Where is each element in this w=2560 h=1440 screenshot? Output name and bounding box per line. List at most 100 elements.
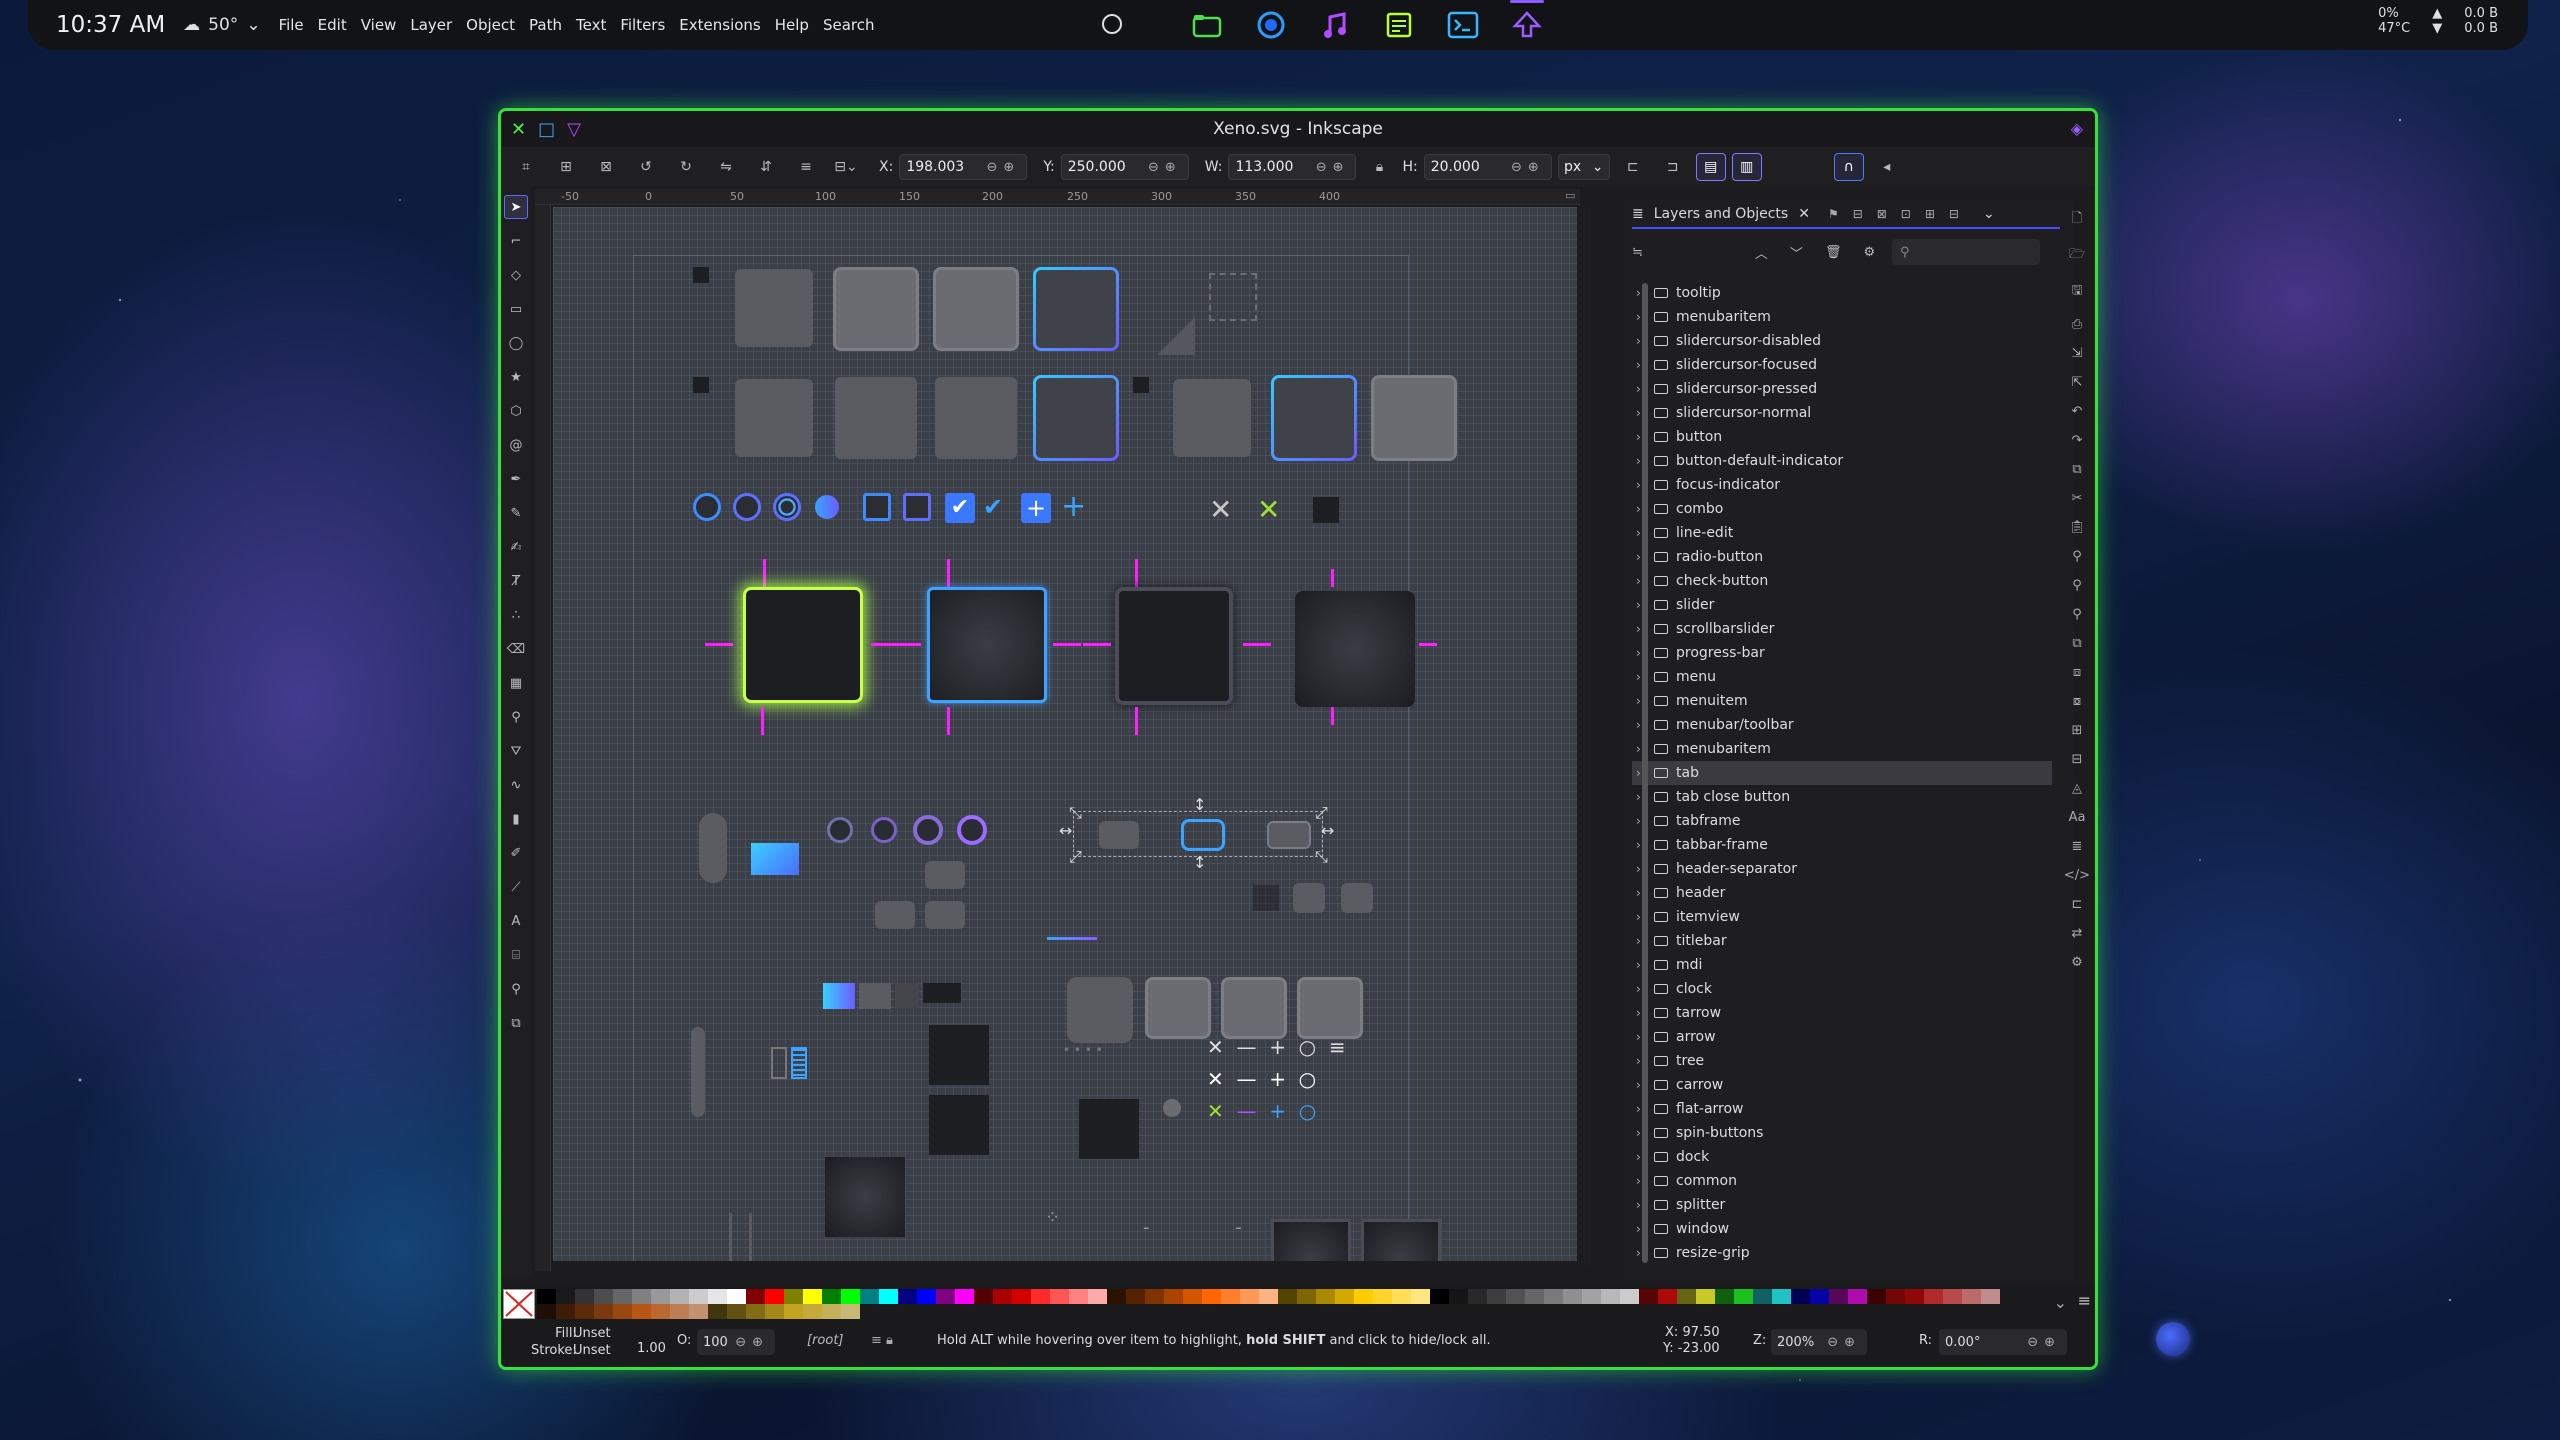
window-titlebar[interactable]: ✕ □ ▽ Xeno.svg - Inkscape ◈ [501,111,2095,147]
color-swatch[interactable] [1639,1289,1658,1304]
3d-box-tool-icon[interactable]: ⬡ [504,399,528,423]
xml-editor-icon[interactable]: </> [2064,868,2090,883]
close-tab-icon[interactable]: ✕ [1798,206,1810,222]
layer-row[interactable]: › tab [1632,761,2052,785]
radio-off-shape[interactable] [693,493,721,521]
combo-hover-shape[interactable] [835,377,917,459]
paste-icon[interactable]: 📋︎ [2069,520,2086,535]
radio-small-shape[interactable] [913,815,943,845]
menu-object[interactable]: Object [466,16,515,34]
layer-row[interactable]: › tabbar-frame [1632,833,2052,857]
color-swatch[interactable] [1601,1289,1620,1304]
gradient-swatch[interactable] [823,983,855,1009]
color-swatch[interactable] [1905,1289,1924,1304]
menu-filters[interactable]: Filters [620,16,665,34]
progress-fill-shape[interactable] [751,843,799,875]
color-swatch[interactable] [1259,1289,1278,1304]
color-swatch[interactable] [1981,1289,2000,1304]
menu-file[interactable]: File [279,16,304,34]
color-swatch[interactable] [1563,1289,1582,1304]
color-swatch[interactable] [1392,1289,1411,1304]
marker-square[interactable] [1133,377,1149,393]
move-down-icon[interactable]: ﹀ [1790,243,1803,262]
layer-row[interactable]: › menubar/toolbar [1632,713,2052,737]
rotation-field[interactable]: 0.00° ⊖⊕ [1939,1329,2067,1355]
color-swatch[interactable] [1734,1289,1753,1304]
export-icon[interactable]: ⇱ [2072,375,2083,390]
layer-row[interactable]: › tree [1632,1049,2052,1073]
menu-extensions[interactable]: Extensions [679,16,760,34]
color-swatch[interactable] [1012,1289,1031,1304]
dark-panel-shape[interactable] [929,1095,989,1155]
color-swatch[interactable] [1658,1289,1677,1304]
zoom-tool-icon[interactable]: ⚲ [504,977,528,1001]
color-swatch[interactable] [841,1304,860,1319]
unit-select[interactable]: px ⌄ [1557,154,1610,180]
menu-search[interactable]: Search [823,16,875,34]
button-pressed-shape[interactable] [933,267,1019,351]
color-swatch[interactable] [632,1289,651,1304]
pen-tool-icon[interactable]: ✒ [504,467,528,491]
layer-row[interactable]: › menubaritem [1632,737,2052,761]
color-swatch[interactable] [1069,1289,1088,1304]
grey-swatch[interactable] [859,983,891,1009]
resize-handle-icon[interactable]: ⤢ [1315,803,1328,823]
grey-square[interactable] [1293,883,1325,913]
small-handle-active-shape[interactable] [791,1047,807,1079]
battery-widget[interactable]: 0% 47°C [2378,6,2410,36]
color-swatch[interactable] [1449,1289,1468,1304]
layer-row[interactable]: › spin-buttons [1632,1121,2052,1145]
spiral-tool-icon[interactable]: @ [504,433,528,457]
color-swatch[interactable] [1354,1289,1373,1304]
radio-on-shape[interactable] [773,493,801,521]
radio-small-shape[interactable] [957,815,987,845]
calligraphy-tool-icon[interactable]: ✍ [504,535,528,559]
layer-row[interactable]: › resize-grip [1632,1241,2052,1265]
check-hover-shape[interactable] [903,493,931,521]
move-gradients-toggle[interactable]: ▤ [1695,153,1726,181]
color-swatch[interactable] [917,1289,936,1304]
color-swatch[interactable] [1715,1289,1734,1304]
layer-row[interactable]: › combo [1632,497,2052,521]
duplicate-icon[interactable]: ⧉ [2072,636,2081,651]
combo-focused-shape[interactable] [1033,375,1119,461]
selector-tool-icon[interactable]: ➤ [504,195,528,219]
layer-row[interactable]: › itemview [1632,905,2052,929]
radio-fill-shape[interactable] [815,495,839,519]
menu-edit[interactable]: Edit [318,16,347,34]
color-swatch[interactable] [1145,1289,1164,1304]
clock[interactable]: 10:37 AM [56,12,165,38]
radio-small-shape[interactable] [827,817,853,843]
preferences-icon[interactable]: ⚙ [2071,955,2083,970]
menuitem-shape[interactable] [925,861,965,889]
dock-shape[interactable] [825,1157,905,1237]
titlebar-icons-normal[interactable]: ✕ — + ○ ≡ [1207,1031,1346,1063]
menu-layer[interactable]: Layer [410,16,452,34]
network-speed[interactable]: 0.0 B 0.0 B [2464,6,2498,36]
opacity-stepper-icon[interactable]: ⊖⊕ [735,1335,769,1350]
scale-corners-icon[interactable]: ⊐ [1656,152,1690,182]
cut-icon[interactable]: ✂ [2072,491,2083,506]
browser-app-icon[interactable] [1252,8,1290,42]
x-field[interactable]: 198.003 ⊖⊕ [899,154,1028,180]
transform-icon[interactable]: ⇄ [2072,926,2083,941]
header-shape[interactable] [1145,977,1211,1039]
dropper-tool-icon[interactable]: ⚲ [504,705,528,729]
layer-row[interactable]: › mdi [1632,953,2052,977]
ungroup-icon[interactable]: ⊟ [2072,752,2083,767]
color-swatch[interactable] [575,1289,594,1304]
color-swatch[interactable] [1962,1289,1981,1304]
mesh-tool-icon[interactable]: ▦ [504,671,528,695]
dot-shape[interactable] [1163,1099,1181,1117]
maximize-icon[interactable]: □ [538,119,555,140]
color-swatch[interactable] [993,1289,1012,1304]
horizontal-ruler[interactable]: -50 0 50 100 150 200 250 300 350 400 ▭ [535,189,1580,205]
color-swatch[interactable] [1525,1289,1544,1304]
rotation-stepper-icon[interactable]: ⊖⊕ [2027,1335,2061,1350]
move-up-icon[interactable]: ︿ [1755,243,1768,262]
tweak-tool-icon[interactable]: ∿ [504,773,528,797]
layers-scrollbar[interactable] [1642,283,1648,1263]
w-stepper-icon[interactable]: ⊖⊕ [1316,160,1350,175]
vertical-ruler[interactable] [535,205,551,1271]
move-patterns-toggle[interactable]: ▥ [1731,153,1762,181]
